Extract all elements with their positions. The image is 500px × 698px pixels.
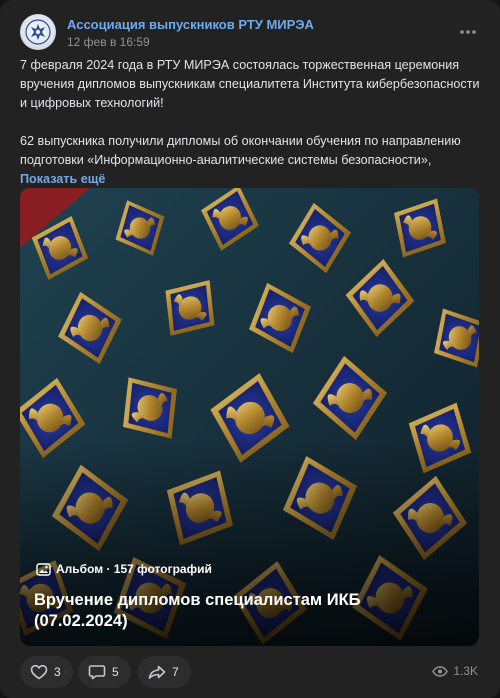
like-button[interactable]: 3: [20, 656, 73, 688]
comment-button[interactable]: 5: [78, 656, 131, 688]
eye-icon: [432, 665, 449, 677]
share-button[interactable]: 7: [138, 656, 191, 688]
album-info: Альбом · 157 фотографий: [36, 562, 212, 576]
share-count: 7: [172, 665, 179, 679]
post-header: Ассоциация выпускников РТУ МИРЭА 12 фев …: [20, 14, 480, 52]
more-dots-icon[interactable]: [458, 22, 478, 42]
album-info-text: Альбом · 157 фотографий: [56, 562, 212, 576]
post-paragraph-2: 62 выпускника получили дипломы об оконча…: [20, 134, 461, 167]
album-title[interactable]: Вручение дипломов специалистам ИКБ (07.0…: [34, 590, 454, 632]
album-cover-photo[interactable]: Альбом · 157 фотографий Вручение дипломо…: [20, 188, 479, 646]
show-more-link[interactable]: Показать ещё: [20, 170, 482, 189]
views-counter: 1.3K: [432, 664, 478, 678]
post-paragraph-1: 7 февраля 2024 года в РТУ МИРЭА состояла…: [20, 58, 480, 110]
graduation-badges-image: [20, 188, 479, 646]
university-emblem-icon: [25, 19, 51, 45]
comment-count: 5: [112, 665, 119, 679]
album-icon: [36, 562, 51, 576]
post-text: 7 февраля 2024 года в РТУ МИРЭА состояла…: [20, 56, 482, 189]
post-card: Ассоциация выпускников РТУ МИРЭА 12 фев …: [0, 0, 500, 698]
heart-icon: [30, 664, 48, 680]
group-avatar[interactable]: [20, 14, 56, 50]
group-name-link[interactable]: Ассоциация выпускников РТУ МИРЭА: [67, 17, 314, 32]
comment-icon: [88, 665, 106, 680]
post-actions: 3 5 7 1.3K: [20, 656, 480, 688]
views-count: 1.3K: [453, 664, 478, 678]
post-date[interactable]: 12 фев в 16:59: [67, 35, 150, 49]
share-icon: [148, 665, 166, 679]
like-count: 3: [54, 665, 61, 679]
